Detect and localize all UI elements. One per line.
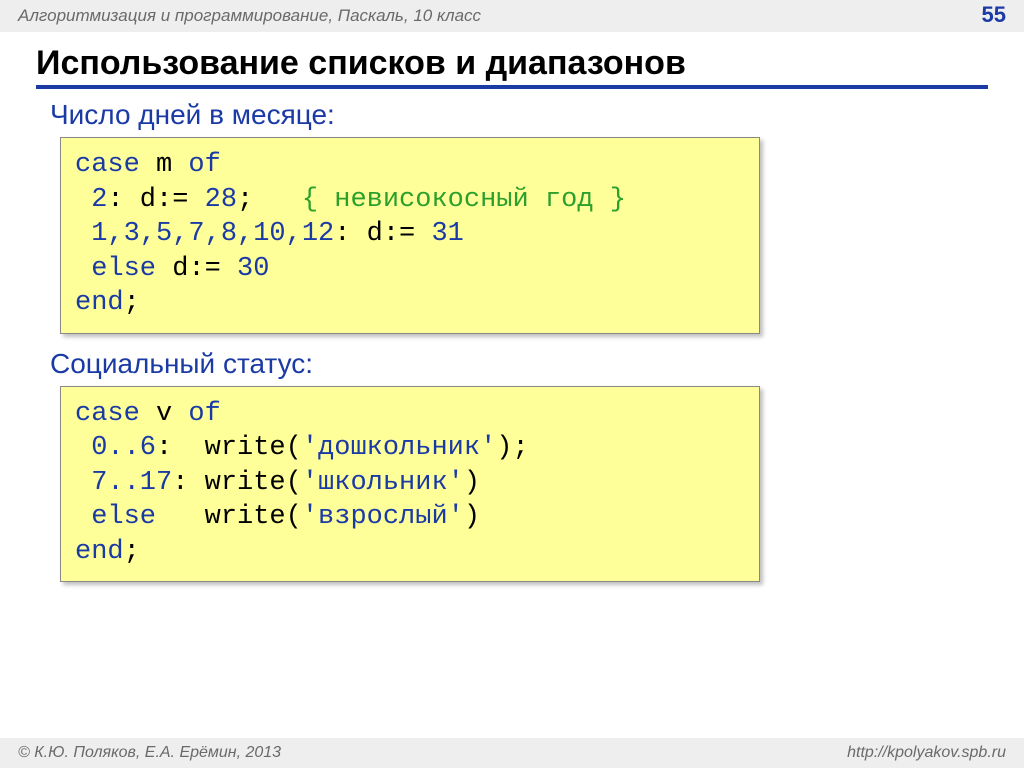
section2-heading: Социальный статус: xyxy=(50,348,1024,380)
code-text: ) xyxy=(464,468,480,498)
code-str: 'взрослый' xyxy=(302,502,464,532)
kw-end: end xyxy=(75,288,124,318)
kw-of: of xyxy=(188,150,220,180)
kw-of: of xyxy=(188,399,220,429)
codebox-days: case m of 2: d:= 28; { невисокосный год … xyxy=(60,137,760,334)
code-str: 'школьник' xyxy=(302,468,464,498)
kw-case: case xyxy=(75,150,140,180)
code-text: ; xyxy=(124,288,140,318)
code-text: ; xyxy=(237,185,302,215)
code-nums: 1,3,5,7,8,10,12 xyxy=(75,219,334,249)
code-text: ); xyxy=(496,433,528,463)
code-text: : d:= xyxy=(107,185,204,215)
code-num: 2 xyxy=(75,185,107,215)
footer-right: http://kpolyakov.spb.ru xyxy=(847,744,1006,762)
code-val: 30 xyxy=(237,254,269,284)
code-text: ) xyxy=(464,502,480,532)
kw-case: case xyxy=(75,399,140,429)
kw-else: else xyxy=(75,254,156,284)
codebox-status: case v of 0..6: write('дошкольник'); 7..… xyxy=(60,386,760,583)
code-text: write( xyxy=(156,502,302,532)
code-text: ; xyxy=(124,537,140,567)
topbar: Алгоритмизация и программирование, Паска… xyxy=(0,0,1024,32)
code-text: v xyxy=(140,399,189,429)
code-comment: { невисокосный год } xyxy=(302,185,626,215)
footer-left: © К.Ю. Поляков, Е.А. Ерёмин, 2013 xyxy=(18,744,281,762)
page-number: 55 xyxy=(982,2,1006,28)
slide: Алгоритмизация и программирование, Паска… xyxy=(0,0,1024,768)
code-text: : d:= xyxy=(334,219,431,249)
section1-heading: Число дней в месяце: xyxy=(50,99,1024,131)
course-name: Алгоритмизация и программирование, Паска… xyxy=(18,6,481,26)
footer: © К.Ю. Поляков, Е.А. Ерёмин, 2013 http:/… xyxy=(0,738,1024,768)
code-range: 0..6 xyxy=(75,433,156,463)
code-text: d:= xyxy=(156,254,237,284)
code-val: 28 xyxy=(205,185,237,215)
code-str: 'дошкольник' xyxy=(302,433,496,463)
code-range: 7..17 xyxy=(75,468,172,498)
slide-title: Использование списков и диапазонов xyxy=(36,44,988,83)
kw-else: else xyxy=(75,502,156,532)
code-text: : write( xyxy=(172,468,302,498)
kw-end: end xyxy=(75,537,124,567)
code-text: m xyxy=(140,150,189,180)
code-text: : write( xyxy=(156,433,302,463)
title-wrap: Использование списков и диапазонов xyxy=(36,44,988,89)
code-val: 31 xyxy=(431,219,463,249)
